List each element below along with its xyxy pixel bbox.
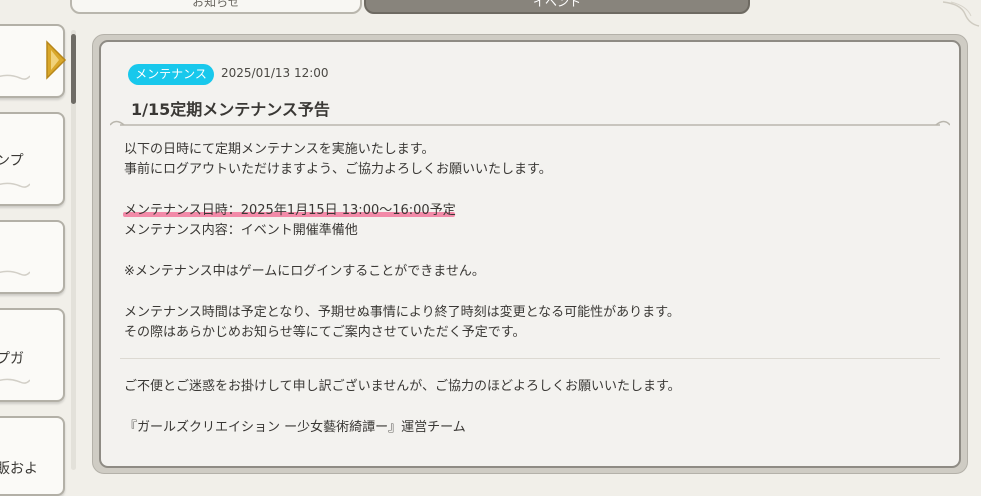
article-paragraph: メンテナンス内容：イベント開催準備他: [124, 223, 358, 238]
article-paragraph: 事前にログアウトいただけますよう、ご協力よろしくお願いいたします。: [124, 162, 552, 177]
flourish-icon: [0, 74, 30, 80]
article-paragraph-highlighted: メンテナンス日時：2025年1月15日 13:00～16:00予定: [124, 203, 456, 218]
tab-event-label: イベント: [532, 0, 581, 9]
article-paragraph: メンテナンス時間は予定となり、予期せぬ事情により終了時刻は変更となる可能性があり…: [124, 305, 680, 320]
sidebar-item-5[interactable]: 販およ: [0, 416, 65, 496]
sidebar-item-label: ンプ: [0, 153, 24, 169]
article-paragraph: 以下の日時にて定期メンテナンスを実施いたします。: [124, 142, 435, 157]
sidebar-item-4[interactable]: プガ: [0, 308, 65, 402]
article-title: 1/15定期メンテナンス予告: [131, 100, 330, 119]
sidebar-item-label: 販およ: [0, 461, 38, 477]
article-paragraph: ※メンテナンス中はゲームにログインすることができません。: [124, 264, 485, 279]
pointer-arrow-icon: [46, 40, 67, 80]
flourish-icon: [0, 182, 30, 188]
title-divider: [110, 120, 950, 126]
article-paragraph: その際はあらかじめお知らせ等にてご案内させていただく予定です。: [124, 325, 526, 340]
scrollbar-thumb[interactable]: [71, 34, 76, 104]
tab-notice[interactable]: お知らせ: [70, 0, 362, 14]
tab-event[interactable]: イベント: [364, 0, 750, 14]
ornament-icon: [942, 1, 980, 27]
section-divider: [120, 358, 940, 359]
sidebar-item-3[interactable]: [0, 220, 65, 294]
flourish-icon: [0, 270, 30, 276]
flourish-icon: [0, 378, 30, 384]
sidebar-item-2[interactable]: ンプ: [0, 112, 65, 206]
article-date: 2025/01/13 12:00: [221, 66, 329, 80]
article-paragraph: ご不便とご迷惑をお掛けして申し訳ございませんが、ご協力のほどよろしくお願いいたし…: [124, 379, 681, 394]
article-signature: 『ガールズクリエイション ー少女藝術綺譚ー』運営チーム: [124, 420, 466, 435]
category-badge: メンテナンス: [128, 64, 214, 85]
tab-notice-label: お知らせ: [192, 0, 240, 9]
sidebar-item-label: プガ: [0, 351, 24, 367]
